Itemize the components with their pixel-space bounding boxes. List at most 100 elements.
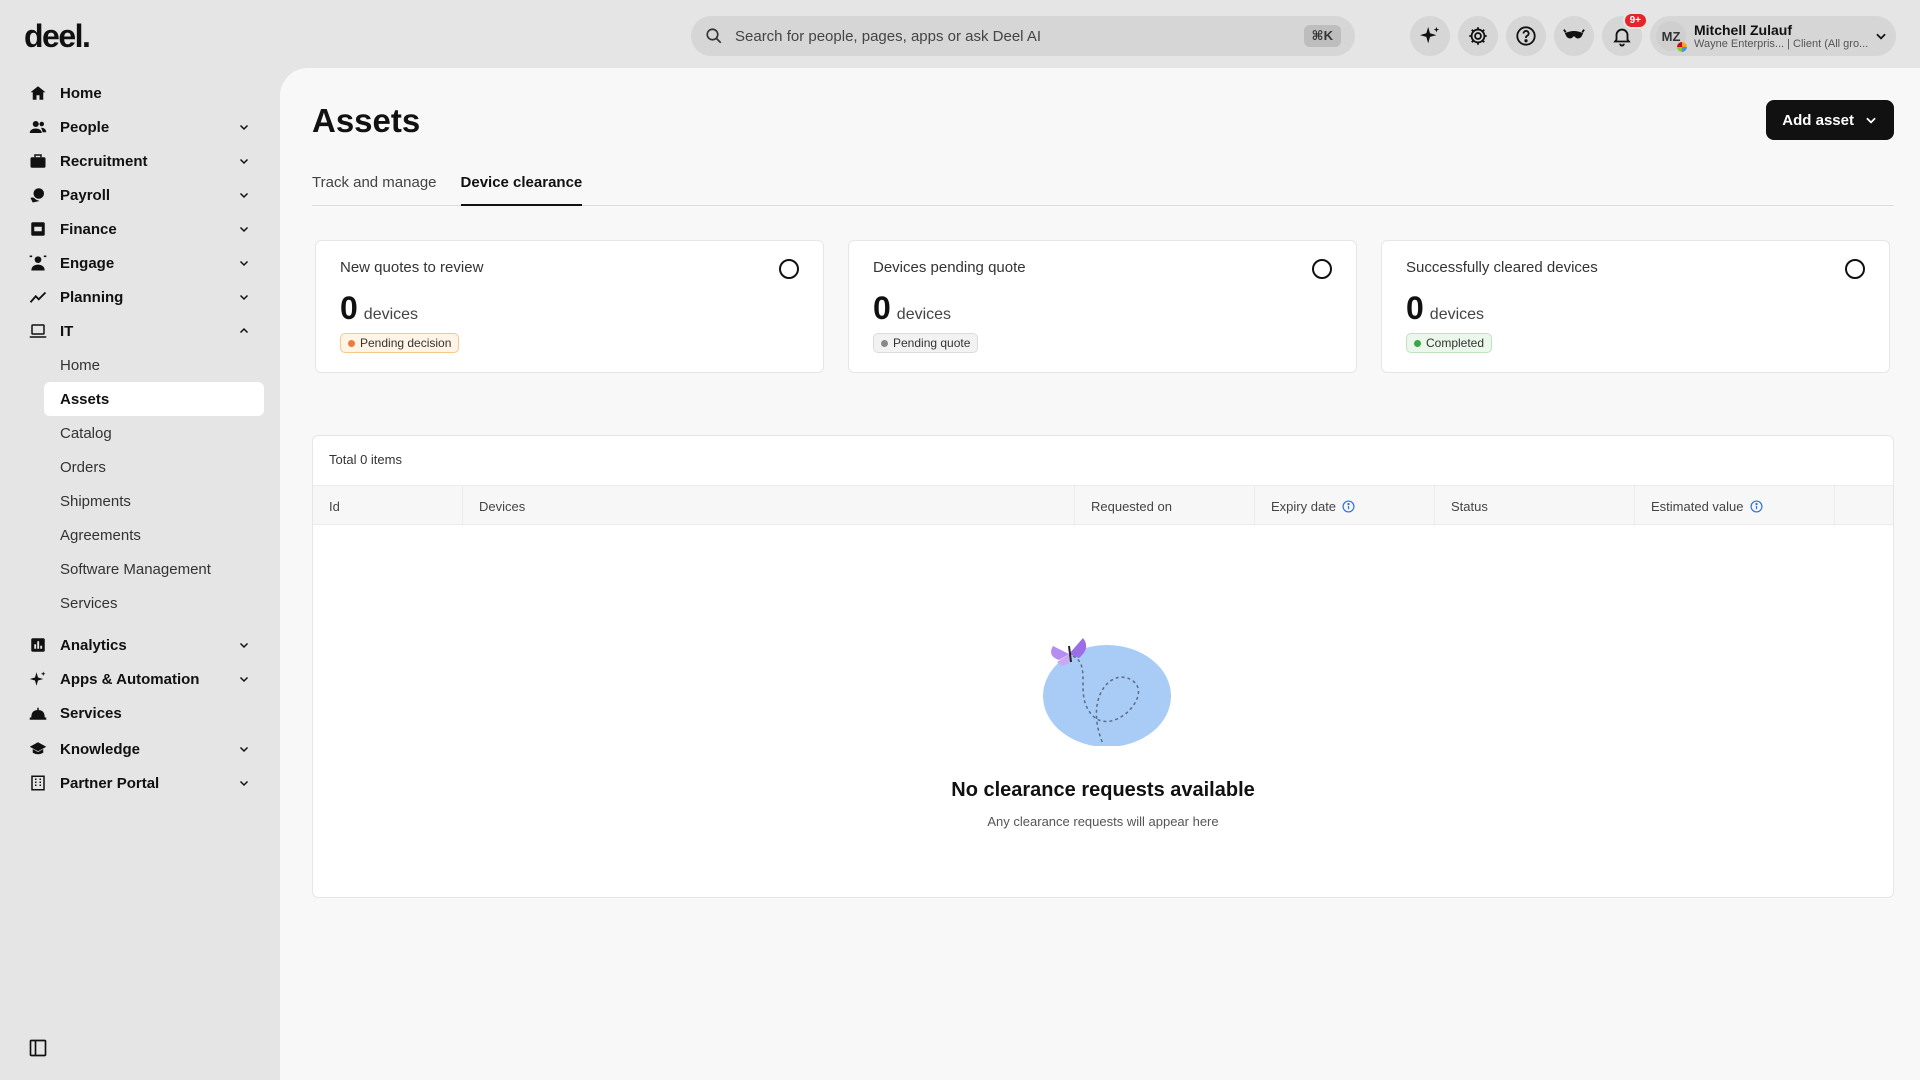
sidebar-item-knowledge[interactable]: Knowledge <box>0 732 280 766</box>
chevron-down-icon <box>239 746 249 753</box>
main-panel: Assets Add asset Track and manage Device… <box>280 68 1920 1080</box>
sidebar-collapse-icon[interactable] <box>28 1038 48 1058</box>
bar-chart-icon <box>31 638 45 652</box>
sidebar-item-label: Analytics <box>60 636 127 654</box>
empty-state-title: No clearance requests available <box>951 779 1255 801</box>
column-header-expiry-date[interactable]: Expiry date <box>1255 486 1435 526</box>
card-new-quotes[interactable]: New quotes to review 0 devices Pending d… <box>315 240 824 373</box>
search-placeholder: Search for people, pages, apps or ask De… <box>735 27 1042 45</box>
radio-circle-icon[interactable] <box>1845 259 1865 279</box>
sidebar-item-label: Services <box>60 704 122 722</box>
sidebar-item-analytics[interactable]: Analytics <box>0 628 280 662</box>
search-shortcut: ⌘K <box>1303 25 1341 47</box>
people-icon <box>29 121 47 133</box>
avatar-initials: MZ <box>1661 28 1681 44</box>
global-search[interactable]: Search for people, pages, apps or ask De… <box>691 16 1355 56</box>
radio-circle-icon[interactable] <box>779 259 799 279</box>
chevron-down-icon <box>1866 117 1876 124</box>
ai-assistant-button[interactable] <box>1410 16 1450 56</box>
sidebar-subitem-it-home[interactable]: Home <box>44 348 264 382</box>
sidebar-item-label: Partner Portal <box>60 774 160 792</box>
column-label: Id <box>329 498 340 514</box>
column-label: Expiry date <box>1271 498 1337 514</box>
chevron-down-icon <box>239 192 249 199</box>
status-label: Completed <box>1426 336 1485 350</box>
sidebar-item-apps-automation[interactable]: Apps & Automation <box>0 662 280 696</box>
sidebar-subitem-orders[interactable]: Orders <box>44 450 264 484</box>
sidebar-item-recruitment[interactable]: Recruitment <box>0 144 280 178</box>
sidebar-subitem-shipments[interactable]: Shipments <box>44 484 264 518</box>
empty-state-subtitle: Any clearance requests will appear here <box>987 814 1219 829</box>
clearance-table: Total 0 items Id Devices Requested on Ex… <box>312 435 1894 898</box>
sidebar-item-engage[interactable]: Engage <box>0 246 280 280</box>
sidebar-item-planning[interactable]: Planning <box>0 280 280 314</box>
status-dot-icon <box>881 339 888 347</box>
briefcase-icon <box>30 154 46 168</box>
sidebar-subitem-agreements[interactable]: Agreements <box>44 518 264 552</box>
tab-device-clearance[interactable]: Device clearance <box>460 172 583 206</box>
sidebar-item-it[interactable]: IT <box>0 314 280 348</box>
chevron-up-icon <box>239 327 249 334</box>
sidebar-subitem-assets[interactable]: Assets <box>44 382 264 416</box>
sparkle-icon <box>1419 26 1440 44</box>
sidebar-item-label: Planning <box>60 288 124 306</box>
sidebar-item-home[interactable]: Home <box>0 76 280 110</box>
sparkle-icon <box>29 671 46 686</box>
sidebar-item-people[interactable]: People <box>0 110 280 144</box>
sidebar-item-label: Knowledge <box>60 740 141 758</box>
tab-track-and-manage[interactable]: Track and manage <box>312 172 437 206</box>
column-label: Status <box>1451 498 1488 514</box>
chevron-down-icon <box>239 260 249 267</box>
empty-state: No clearance requests available Any clea… <box>313 626 1893 829</box>
summary-cards: New quotes to review 0 devices Pending d… <box>315 240 1890 373</box>
user-menu[interactable]: MZ Mitchell Zulauf Wayne Enterpris... | … <box>1650 16 1896 56</box>
chevron-down-icon <box>1876 33 1886 40</box>
sidebar-item-finance[interactable]: Finance <box>0 212 280 246</box>
sidebar-item-label: People <box>60 118 110 136</box>
column-header-actions <box>1835 486 1893 526</box>
card-value: 0 <box>340 290 358 326</box>
status-badge: Pending decision <box>340 333 460 353</box>
sidebar-item-services[interactable]: Services <box>0 696 280 730</box>
notifications-button[interactable]: 9+ <box>1602 12 1648 56</box>
search-icon <box>706 28 722 44</box>
chevron-down-icon <box>239 676 249 683</box>
sidebar-subitem-it-services[interactable]: Services <box>44 586 264 620</box>
card-value: 0 <box>873 290 891 326</box>
column-label: Devices <box>479 498 526 514</box>
info-icon[interactable] <box>1342 499 1355 513</box>
hide-sensitive-button[interactable] <box>1554 16 1594 56</box>
sidebar-item-label: Payroll <box>60 186 111 204</box>
chevron-down-icon <box>239 124 249 131</box>
card-cleared-devices[interactable]: Successfully cleared devices 0 devices C… <box>1381 240 1890 373</box>
building-icon <box>31 775 45 791</box>
column-label: Requested on <box>1091 498 1172 514</box>
help-button[interactable] <box>1506 16 1546 56</box>
chevron-down-icon <box>239 294 249 301</box>
tabs: Track and manage Device clearance <box>312 172 1894 206</box>
card-pending-quote[interactable]: Devices pending quote 0 devices Pending … <box>848 240 1357 373</box>
laptop-icon <box>29 324 47 338</box>
butterfly-illustration-icon <box>1043 638 1171 747</box>
table-header: Id Devices Requested on Expiry date Stat… <box>313 485 1893 526</box>
column-header-id[interactable]: Id <box>313 486 463 526</box>
info-icon[interactable] <box>1749 499 1763 513</box>
status-badge: Pending quote <box>873 333 979 353</box>
sidebar-item-payroll[interactable]: Payroll <box>0 178 280 212</box>
column-header-status[interactable]: Status <box>1435 486 1635 526</box>
radio-circle-icon[interactable] <box>1312 259 1332 279</box>
sidebar-item-label: Engage <box>60 254 115 272</box>
settings-button[interactable] <box>1458 16 1498 56</box>
column-header-devices[interactable]: Devices <box>463 486 1075 526</box>
add-asset-button[interactable]: Add asset <box>1766 100 1894 140</box>
sidebar-item-partner-portal[interactable]: Partner Portal <box>0 766 280 800</box>
sidebar-subitem-software-management[interactable]: Software Management <box>44 552 264 586</box>
chart-line-icon <box>29 291 47 303</box>
sidebar-subitem-catalog[interactable]: Catalog <box>44 416 264 450</box>
org-logo-icon <box>1677 42 1687 52</box>
column-header-estimated-value[interactable]: Estimated value <box>1635 486 1835 526</box>
deel-logo[interactable]: deel. <box>24 18 91 55</box>
graduation-cap-icon <box>29 742 47 755</box>
column-header-requested-on[interactable]: Requested on <box>1075 486 1255 526</box>
help-icon <box>1516 26 1536 46</box>
